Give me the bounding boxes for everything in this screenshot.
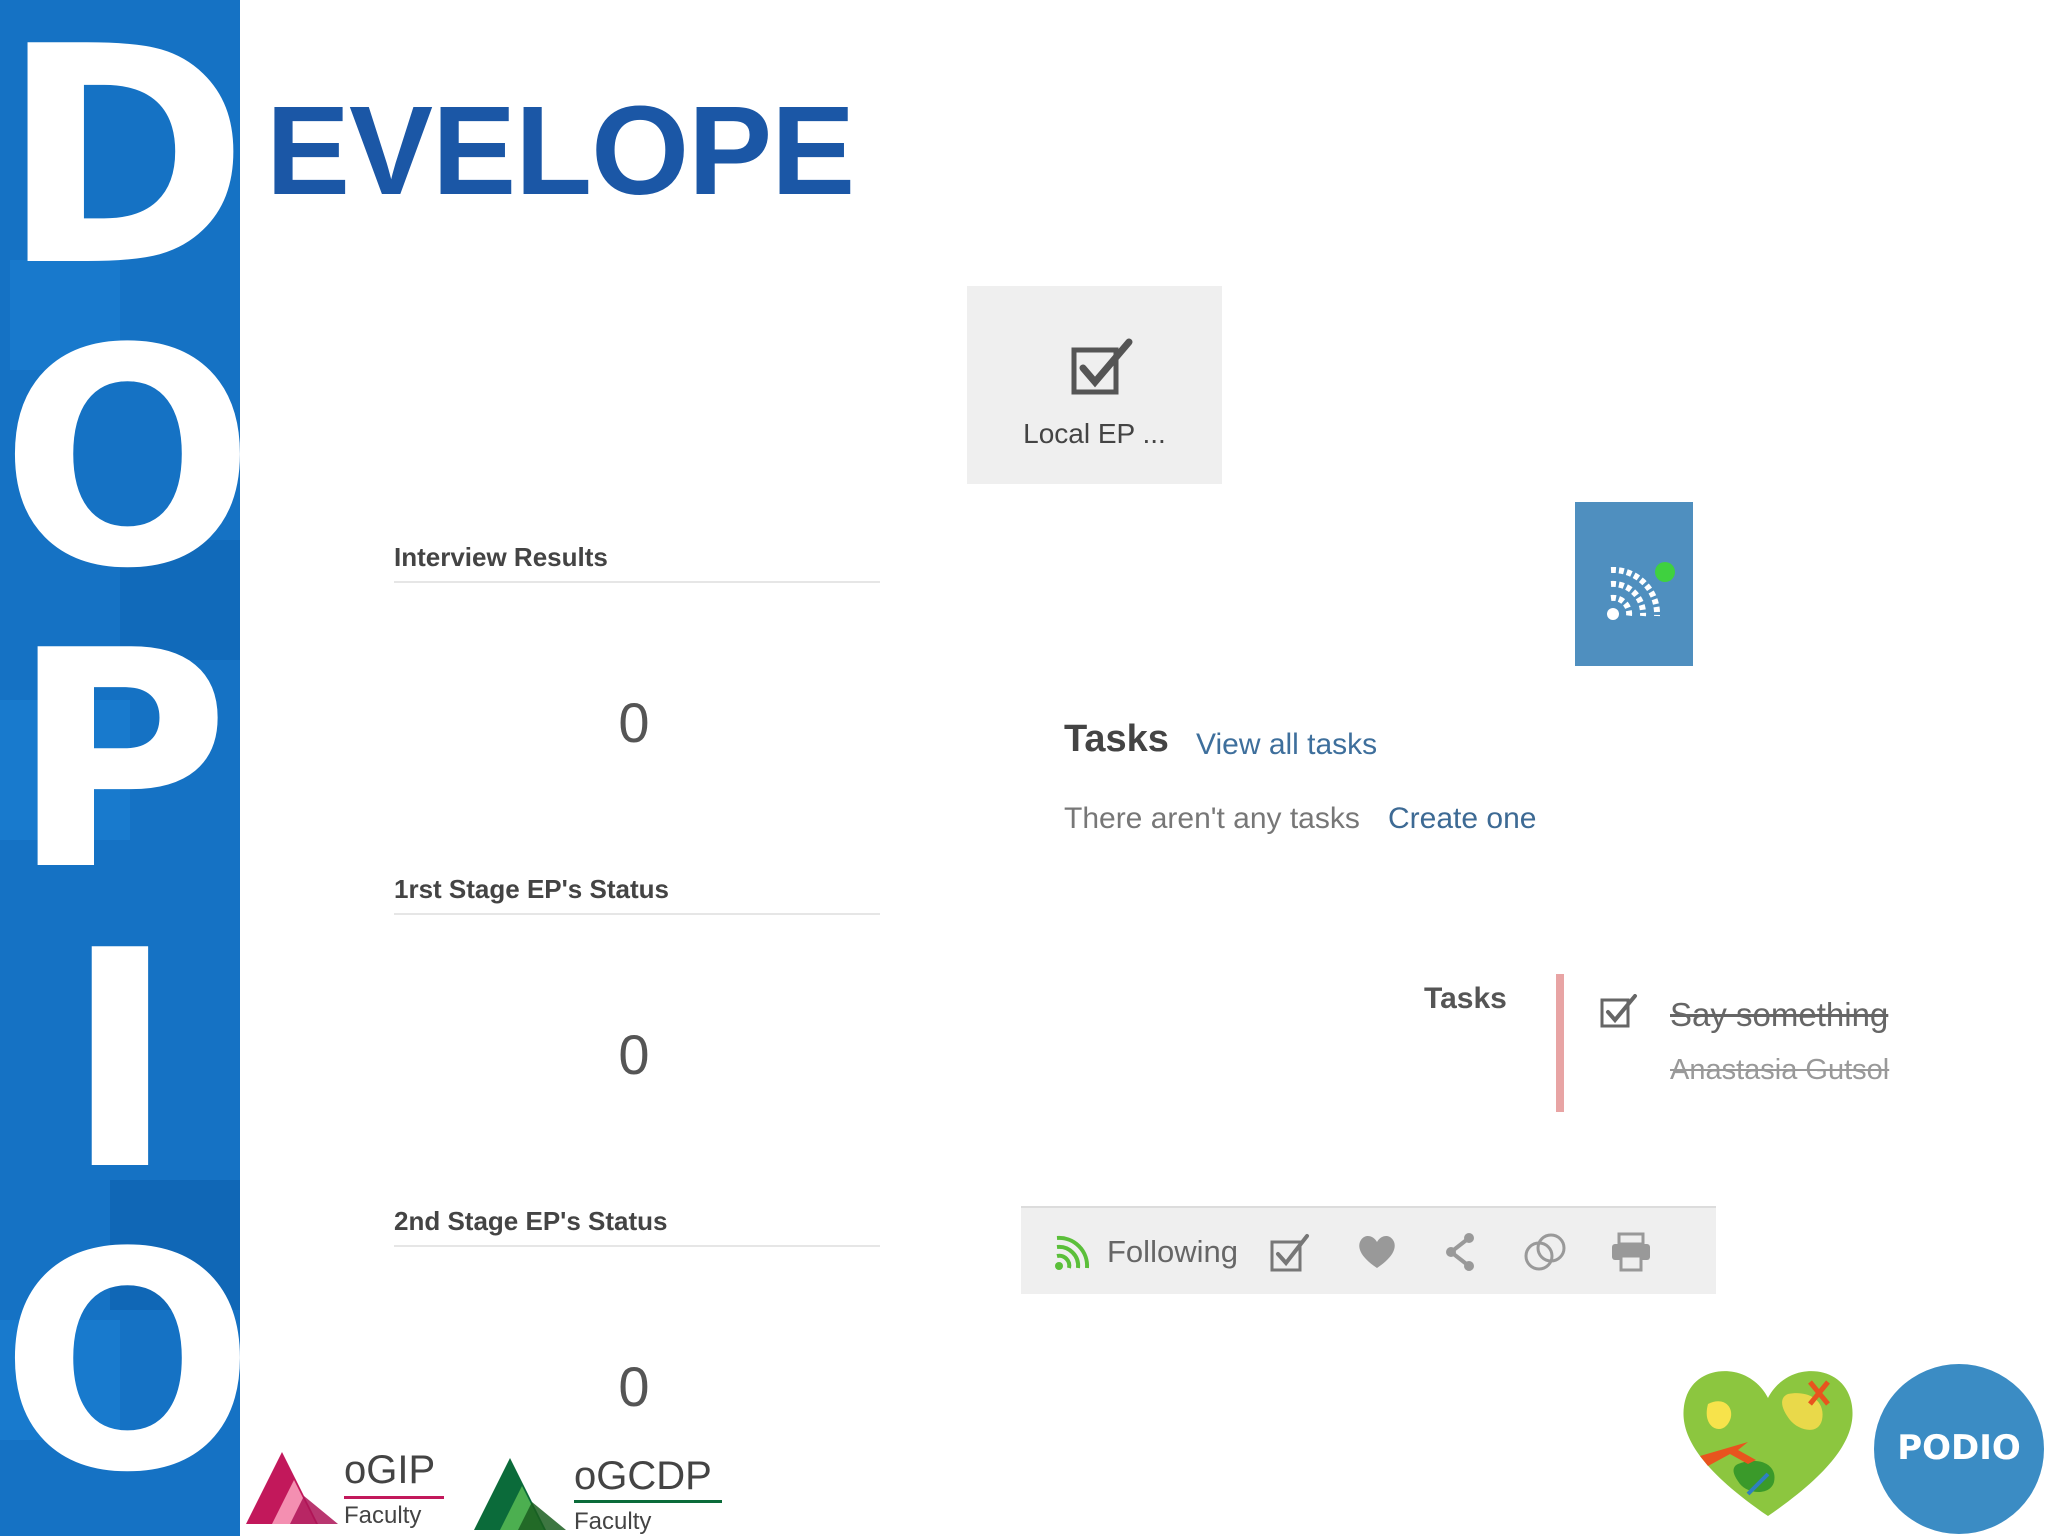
heart-icon[interactable] bbox=[1355, 1232, 1399, 1272]
widget-label-stage1: 1rst Stage EP's Status bbox=[394, 874, 880, 915]
ogip-logo-icon bbox=[246, 1452, 338, 1524]
view-all-tasks-link[interactable]: View all tasks bbox=[1196, 728, 1377, 762]
rss-feed-icon bbox=[1607, 562, 1675, 620]
ogip-logo-rule bbox=[344, 1496, 444, 1499]
banner-letter-p: P bbox=[10, 587, 230, 936]
tasks-heading: Tasks bbox=[1064, 718, 1169, 760]
checkbox-icon bbox=[1071, 338, 1133, 395]
checkbox-icon[interactable] bbox=[1600, 994, 1638, 1028]
task-title[interactable]: Say something bbox=[1670, 996, 1888, 1034]
feed-tile[interactable] bbox=[1575, 502, 1693, 666]
widget-label-interview: Interview Results bbox=[394, 542, 880, 583]
print-icon[interactable] bbox=[1609, 1232, 1653, 1272]
ogip-logo-name: oGIP bbox=[344, 1448, 436, 1492]
checkbox-icon[interactable] bbox=[1269, 1232, 1311, 1272]
tasks-empty-text: There aren't any tasks bbox=[1064, 802, 1360, 835]
banner-letter-i: I bbox=[64, 887, 176, 1236]
banner-letter-o: O bbox=[0, 285, 240, 634]
ogip-logo-sub: Faculty bbox=[344, 1502, 422, 1529]
ogcdp-logo-rule bbox=[574, 1500, 722, 1503]
podio-logo-text: PODIO bbox=[1897, 1428, 2021, 1468]
ogcdp-logo-name: oGCDP bbox=[574, 1454, 712, 1498]
page-title: EVELOPE bbox=[266, 80, 855, 221]
create-task-link[interactable]: Create one bbox=[1388, 802, 1536, 836]
link-icon[interactable] bbox=[1521, 1232, 1569, 1272]
heart-map-logo bbox=[1683, 1371, 1853, 1516]
task-entry-label: Tasks bbox=[1424, 982, 1507, 1015]
banner-letter-o2: O bbox=[0, 1189, 240, 1536]
widget-value-stage1: 0 bbox=[618, 1023, 650, 1086]
ogcdp-logo-sub: Faculty bbox=[574, 1508, 652, 1535]
widget-label-stage2: 2nd Stage EP's Status bbox=[394, 1206, 880, 1247]
podio-banner: D O P I O bbox=[0, 0, 240, 1536]
local-ep-app-card[interactable] bbox=[967, 286, 1222, 484]
local-ep-label[interactable]: Local EP ... bbox=[967, 418, 1222, 450]
widget-value-stage2: 0 bbox=[618, 1355, 650, 1418]
task-assignee[interactable]: Anastasia Gutsol bbox=[1670, 1054, 1889, 1087]
item-toolbar: Following bbox=[1021, 1206, 1716, 1294]
rss-icon bbox=[1055, 1235, 1090, 1270]
banner-letter-d: D bbox=[0, 0, 240, 332]
share-icon[interactable] bbox=[1441, 1232, 1481, 1272]
task-divider bbox=[1556, 974, 1564, 1112]
following-button[interactable]: Following bbox=[1107, 1234, 1238, 1270]
widget-value-interview: 0 bbox=[618, 691, 650, 754]
ogcdp-logo-icon bbox=[474, 1458, 566, 1530]
